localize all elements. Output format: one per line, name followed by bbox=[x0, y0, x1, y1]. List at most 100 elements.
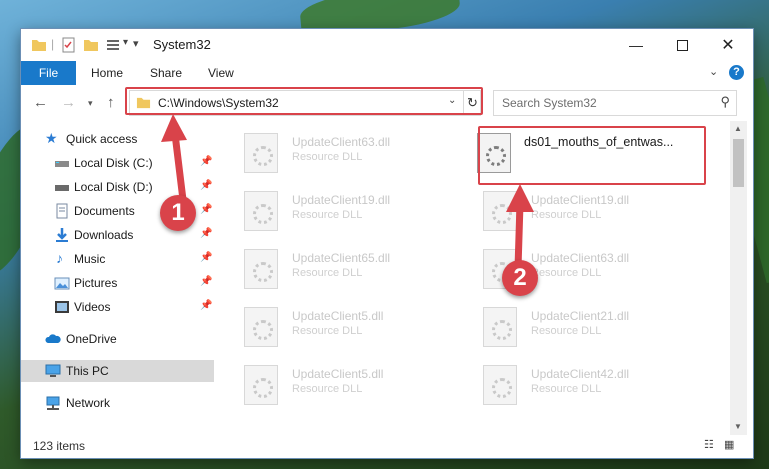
details-view-icon[interactable]: ☷ bbox=[704, 438, 718, 452]
sidebar-item-label: Music bbox=[74, 252, 106, 266]
network-icon bbox=[46, 396, 60, 410]
pin-icon[interactable]: 📌 bbox=[200, 276, 212, 287]
folder-icon bbox=[32, 40, 46, 51]
cloud-icon bbox=[45, 334, 61, 343]
dll-file-icon bbox=[244, 249, 278, 289]
file-highlight bbox=[478, 126, 706, 185]
file-name: UpdateClient42.dll bbox=[531, 367, 630, 381]
separator: ▾ bbox=[133, 38, 139, 50]
search-input[interactable]: Search System32 bbox=[502, 96, 597, 110]
file-type: Resource DLL bbox=[531, 383, 602, 395]
step-badge-2: 2 bbox=[502, 260, 538, 296]
chevron-down-icon[interactable]: ⌄ bbox=[709, 65, 718, 78]
search-box[interactable]: Search System32 ⚲ bbox=[493, 90, 737, 116]
sidebar-item-label: Local Disk (D:) bbox=[74, 180, 153, 194]
music-icon: ♪ bbox=[56, 250, 63, 266]
file-item[interactable]: UpdateClient63.dll Resource DLL bbox=[218, 127, 438, 179]
tab-share[interactable]: Share bbox=[150, 66, 182, 80]
file-item[interactable]: UpdateClient42.dll Resource DLL bbox=[457, 359, 677, 411]
sidebar-item-label: Downloads bbox=[74, 228, 134, 242]
pin-icon[interactable]: 📌 bbox=[200, 204, 212, 215]
file-name: UpdateClient5.dll bbox=[292, 309, 384, 323]
file-type: Resource DLL bbox=[292, 151, 363, 163]
minimize-button[interactable]: — bbox=[613, 29, 659, 61]
file-name: UpdateClient5.dll bbox=[292, 367, 384, 381]
properties-icon[interactable] bbox=[61, 37, 77, 53]
dll-file-icon bbox=[244, 307, 278, 347]
pin-icon[interactable]: 📌 bbox=[200, 180, 212, 191]
sidebar-item-label: OneDrive bbox=[66, 332, 117, 346]
large-icons-view-icon[interactable]: ▦ bbox=[724, 438, 738, 452]
sidebar-item-label: Videos bbox=[74, 300, 111, 314]
scroll-up-icon[interactable]: ▲ bbox=[734, 124, 742, 133]
pin-icon[interactable]: 📌 bbox=[200, 228, 212, 239]
sidebar-item-label: Local Disk (C:) bbox=[74, 156, 153, 170]
up-button[interactable]: ↑ bbox=[107, 94, 115, 111]
close-button[interactable]: ✕ bbox=[705, 29, 751, 61]
file-type: Resource DLL bbox=[531, 325, 602, 337]
sidebar-item-this-pc[interactable]: This PC bbox=[21, 360, 214, 382]
search-icon: ⚲ bbox=[720, 94, 730, 109]
customize-icon[interactable] bbox=[105, 37, 121, 53]
tab-file[interactable]: File bbox=[21, 61, 76, 85]
pictures-icon bbox=[54, 277, 70, 290]
sidebar-item-label: Network bbox=[66, 396, 111, 410]
file-item[interactable]: UpdateClient19.dll Resource DLL bbox=[218, 185, 438, 237]
sidebar-item-pictures[interactable]: Pictures 📌 bbox=[21, 272, 214, 294]
pin-icon[interactable]: 📌 bbox=[200, 300, 212, 311]
file-item[interactable]: UpdateClient65.dll Resource DLL bbox=[218, 243, 438, 295]
file-name: UpdateClient21.dll bbox=[531, 309, 630, 323]
help-button[interactable]: ? bbox=[729, 65, 744, 80]
computer-icon bbox=[45, 364, 61, 377]
sidebar-item-label: Quick access bbox=[66, 132, 138, 146]
file-item[interactable]: UpdateClient5.dll Resource DLL bbox=[218, 301, 438, 353]
file-name: UpdateClient19.dll bbox=[292, 193, 391, 207]
maximize-button[interactable] bbox=[659, 29, 705, 61]
star-icon: ★ bbox=[45, 130, 58, 146]
dll-file-icon bbox=[244, 365, 278, 405]
dll-file-icon bbox=[244, 191, 278, 231]
dll-file-icon bbox=[483, 365, 517, 405]
file-name: UpdateClient63.dll bbox=[292, 135, 391, 149]
sidebar-item-label: Pictures bbox=[74, 276, 118, 290]
back-button[interactable]: ← bbox=[33, 94, 48, 111]
drive-icon bbox=[55, 161, 69, 167]
file-name: UpdateClient65.dll bbox=[292, 251, 391, 265]
ribbon-tabs: File Home Share View ⌄ ? bbox=[21, 61, 753, 86]
pin-icon[interactable]: 📌 bbox=[200, 252, 212, 263]
sidebar-item-label: This PC bbox=[66, 364, 109, 378]
file-type: Resource DLL bbox=[292, 267, 363, 279]
explorer-window: | ▾ ▾ System32 — ✕ File Home Share View … bbox=[21, 29, 753, 458]
dll-file-icon bbox=[244, 133, 278, 173]
drive-icon bbox=[55, 185, 69, 191]
sidebar-item-label: Documents bbox=[74, 204, 135, 218]
scroll-down-icon[interactable]: ▼ bbox=[734, 422, 742, 431]
step-badge-1: 1 bbox=[160, 195, 196, 231]
sidebar-item-videos[interactable]: Videos 📌 bbox=[21, 296, 214, 318]
tab-view[interactable]: View bbox=[208, 66, 234, 80]
window-title: System32 bbox=[153, 37, 211, 52]
file-item[interactable]: UpdateClient5.dll Resource DLL bbox=[218, 359, 438, 411]
annotation-arrow-2 bbox=[506, 184, 534, 272]
file-name: UpdateClient63.dll bbox=[531, 251, 630, 265]
file-type: Resource DLL bbox=[292, 325, 363, 337]
pin-icon[interactable]: 📌 bbox=[200, 156, 212, 167]
sidebar-item-network[interactable]: Network bbox=[21, 392, 214, 414]
vertical-scrollbar[interactable]: ▲ ▼ bbox=[730, 121, 747, 435]
videos-icon bbox=[55, 301, 69, 313]
scroll-thumb[interactable] bbox=[733, 139, 744, 187]
sidebar-item-onedrive[interactable]: OneDrive bbox=[21, 328, 214, 350]
file-item[interactable]: UpdateClient21.dll Resource DLL bbox=[457, 301, 677, 353]
file-item[interactable]: UpdateClient63.dll Resource DLL bbox=[457, 243, 677, 295]
file-type: Resource DLL bbox=[292, 383, 363, 395]
tab-home[interactable]: Home bbox=[91, 66, 123, 80]
status-bar: 123 items ☷ ▦ bbox=[21, 435, 753, 458]
title-bar: | ▾ ▾ System32 — ✕ bbox=[21, 29, 753, 61]
navigation-bar: ← → ▾ ↑ C:\Windows\System32 ⌄ ↻ Search S… bbox=[21, 85, 753, 121]
forward-button[interactable]: → bbox=[61, 94, 76, 111]
recent-locations-button[interactable]: ▾ bbox=[88, 98, 93, 109]
file-item[interactable]: UpdateClient19.dll Resource DLL bbox=[457, 185, 677, 237]
sidebar-item-music[interactable]: ♪ Music 📌 bbox=[21, 248, 214, 270]
chevron-down-icon[interactable]: ▾ bbox=[123, 37, 128, 53]
new-folder-icon[interactable] bbox=[83, 37, 99, 53]
